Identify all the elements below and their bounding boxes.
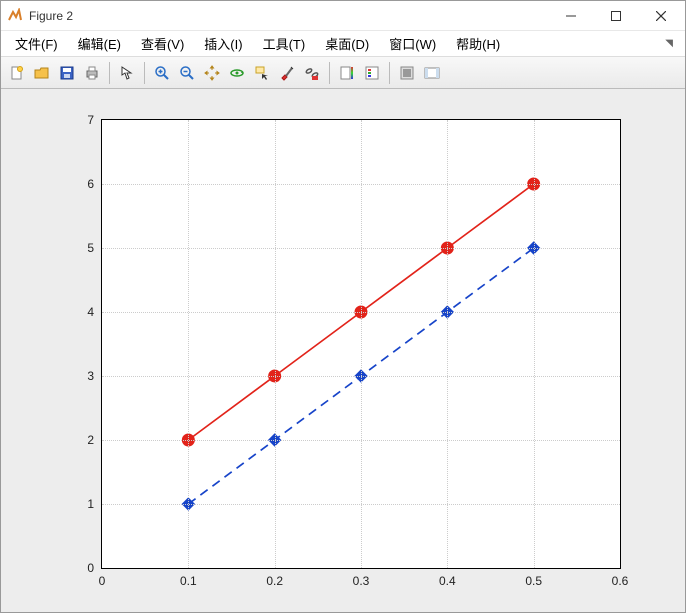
show-plot-tools-icon[interactable] bbox=[420, 61, 444, 85]
maximize-button[interactable] bbox=[593, 2, 638, 30]
save-icon[interactable] bbox=[55, 61, 79, 85]
zoom-out-icon[interactable] bbox=[175, 61, 199, 85]
new-figure-icon[interactable] bbox=[5, 61, 29, 85]
hide-plot-tools-icon[interactable] bbox=[395, 61, 419, 85]
minimize-button[interactable] bbox=[548, 2, 593, 30]
insert-legend-icon[interactable] bbox=[360, 61, 384, 85]
figure-canvas[interactable]: 00.10.20.30.40.50.601234567 bbox=[1, 89, 685, 612]
x-tick-label: 0.3 bbox=[353, 568, 370, 588]
menu-edit[interactable]: 编辑(E) bbox=[68, 31, 131, 56]
x-tick-label: 0.2 bbox=[266, 568, 283, 588]
menu-view[interactable]: 查看(V) bbox=[131, 31, 194, 56]
y-tick-label: 6 bbox=[87, 177, 102, 191]
y-tick-label: 4 bbox=[87, 305, 102, 319]
x-tick-label: 0.4 bbox=[439, 568, 456, 588]
y-tick-label: 3 bbox=[87, 369, 102, 383]
brush-icon[interactable] bbox=[275, 61, 299, 85]
print-icon[interactable] bbox=[80, 61, 104, 85]
toolbar-separator bbox=[389, 62, 390, 84]
toolbar bbox=[1, 57, 685, 89]
docking-affordance[interactable]: ◥ bbox=[657, 35, 681, 52]
pan-icon[interactable] bbox=[200, 61, 224, 85]
y-tick-label: 2 bbox=[87, 433, 102, 447]
x-tick-label: 0.1 bbox=[180, 568, 197, 588]
toolbar-separator bbox=[144, 62, 145, 84]
close-button[interactable] bbox=[638, 2, 683, 30]
insert-colorbar-icon[interactable] bbox=[335, 61, 359, 85]
menubar: 文件(F) 编辑(E) 查看(V) 插入(I) 工具(T) 桌面(D) 窗口(W… bbox=[1, 31, 685, 57]
zoom-in-icon[interactable] bbox=[150, 61, 174, 85]
menu-help[interactable]: 帮助(H) bbox=[446, 31, 510, 56]
menu-file[interactable]: 文件(F) bbox=[5, 31, 68, 56]
x-tick-label: 0.5 bbox=[525, 568, 542, 588]
link-data-icon[interactable] bbox=[300, 61, 324, 85]
edit-plot-icon[interactable] bbox=[115, 61, 139, 85]
y-tick-label: 7 bbox=[87, 113, 102, 127]
y-tick-label: 5 bbox=[87, 241, 102, 255]
axes[interactable]: 00.10.20.30.40.50.601234567 bbox=[101, 119, 621, 569]
menu-desktop[interactable]: 桌面(D) bbox=[315, 31, 379, 56]
matlab-icon bbox=[7, 8, 23, 24]
data-cursor-icon[interactable] bbox=[250, 61, 274, 85]
x-tick-label: 0.6 bbox=[612, 568, 629, 588]
window-title: Figure 2 bbox=[29, 9, 548, 23]
rotate-3d-icon[interactable] bbox=[225, 61, 249, 85]
open-file-icon[interactable] bbox=[30, 61, 54, 85]
menu-tools[interactable]: 工具(T) bbox=[253, 31, 316, 56]
y-tick-label: 1 bbox=[87, 497, 102, 511]
toolbar-separator bbox=[109, 62, 110, 84]
menu-insert[interactable]: 插入(I) bbox=[194, 31, 252, 56]
y-tick-label: 0 bbox=[87, 561, 102, 575]
titlebar: Figure 2 bbox=[1, 1, 685, 31]
toolbar-separator bbox=[329, 62, 330, 84]
menu-window[interactable]: 窗口(W) bbox=[379, 31, 446, 56]
